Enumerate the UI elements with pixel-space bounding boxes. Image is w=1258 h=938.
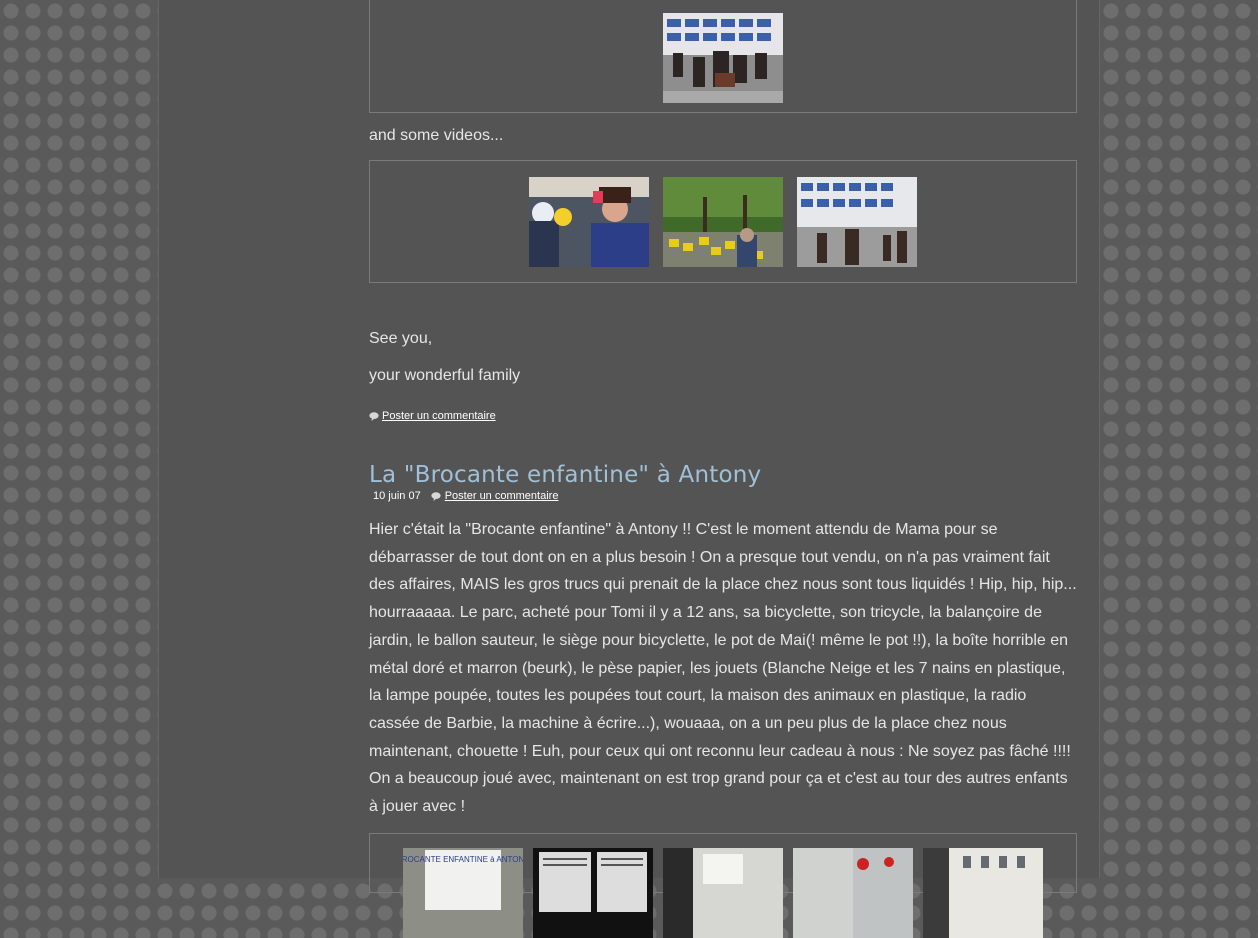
videos-intro: and some videos... <box>369 127 504 144</box>
page-column: and some videos... See you, your wonderf… <box>158 0 1100 938</box>
photo-gallery-brocante: BROCANTE ENFANTINE à ANTONY <box>369 833 1077 938</box>
photo-thumbnail[interactable] <box>663 13 783 103</box>
post-date: 10 juin 07 <box>373 490 421 502</box>
photo-thumbnail-board[interactable] <box>533 848 653 938</box>
post-comment-link[interactable]: Poster un commentaire <box>382 410 496 422</box>
photo-gallery-top <box>369 0 1077 113</box>
comment-bubble-icon <box>431 491 441 501</box>
comment-bubble-icon <box>369 411 379 421</box>
photo-thumbnail-street[interactable] <box>793 848 913 938</box>
sign-text: BROCANTE ENFANTINE à ANTONY <box>403 855 523 864</box>
closing-line-1: See you, <box>369 330 433 347</box>
post-footer: Poster un commentaire <box>369 410 496 422</box>
video-thumbnail-face-paint[interactable] <box>529 176 649 267</box>
post-body: Hier c'était la "Brocante enfantine" à A… <box>369 521 1077 816</box>
photo-thumbnail-notice[interactable] <box>663 848 783 938</box>
closing-line-2: your wonderful family <box>369 367 521 384</box>
post-meta: 10 juin 07 Poster un commentaire <box>373 490 558 502</box>
photo-thumbnail-sign[interactable]: BROCANTE ENFANTINE à ANTONY <box>403 848 523 938</box>
video-gallery <box>369 160 1077 283</box>
photo-thumbnail-building[interactable] <box>923 848 1043 938</box>
video-thumbnail-chairs[interactable] <box>663 176 783 267</box>
post-title[interactable]: La "Brocante enfantine" à Antony <box>369 462 761 488</box>
post-comment-link[interactable]: Poster un commentaire <box>445 490 559 502</box>
video-thumbnail-courtyard[interactable] <box>797 176 917 267</box>
